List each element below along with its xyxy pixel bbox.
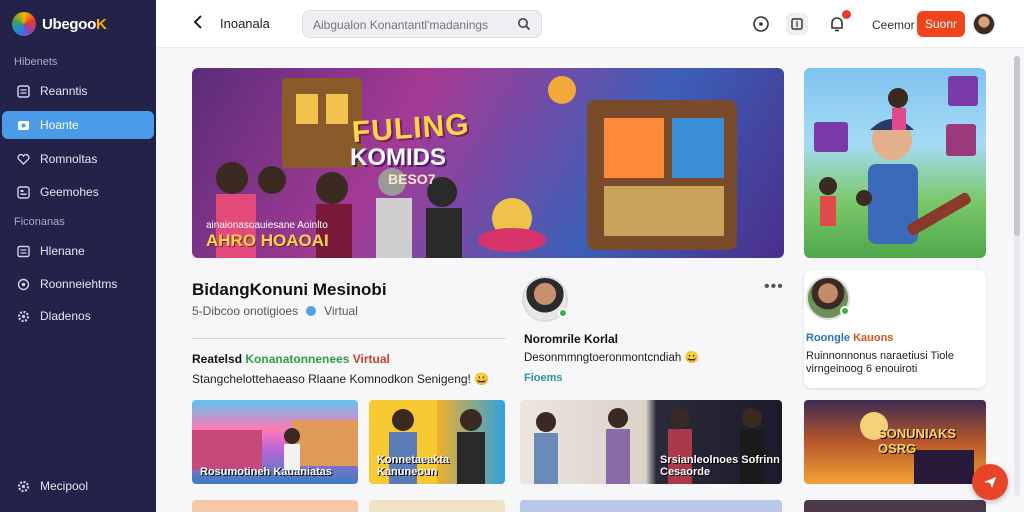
sidebar-item-label: Reanntis [40,84,88,98]
grid-icon [16,185,30,199]
profile-link[interactable]: Fioems [524,372,563,384]
sidebar-item-romnoltas[interactable]: Romnoltas [2,145,154,173]
post-meta: 5-Dibcoo onotigioes Virtual [192,304,358,318]
hero-caption-small: ainaionasoauiesane Aoinlto [206,220,328,231]
app-logo[interactable]: UbegooK [12,12,107,36]
compass-icon[interactable] [750,13,772,35]
sidebar-section-heading: Ficonanas [14,216,65,228]
scrollbar[interactable] [1014,56,1020,496]
online-status-icon [840,306,850,316]
sidebar-item-label: Hlenane [40,244,85,258]
section-description: Stangchelottehaeaso Rlaane Komnodkon Sen… [192,372,490,386]
gear-icon [16,309,30,323]
section-heading-a: Reatelsd [192,352,243,366]
sidebar-item-hoante[interactable]: Hoante [2,111,154,139]
thumbnail-caption: SONUNIAKS OSRG [878,426,957,456]
window-icon[interactable] [786,13,808,35]
thumbnail-caption: Srsianleolnoes Sofrinn Cesaorde [660,454,780,478]
sidebar-item-label: Hoante [40,118,79,132]
hero-title-line3: BESO7 [388,171,436,187]
profile-name[interactable]: Noromrile Korlal [524,332,618,346]
search-input[interactable] [313,16,509,34]
app-name: UbegooK [42,15,107,33]
user-name[interactable]: Ceemor [872,18,915,32]
sidebar-item-label: Dladenos [40,309,91,323]
page-title: Inoanala [220,16,270,31]
send-fab-button[interactable] [972,464,1008,500]
search-icon[interactable] [517,17,531,31]
featured-card-image[interactable] [804,68,986,258]
sidebar-section-heading: Hibenets [14,56,58,68]
post-title: BidangKonuni Mesinobi [192,280,387,299]
sidebar-footer-item[interactable]: Mecipool [2,472,154,500]
video-thumbnail[interactable]: Rosumotineh Kauaniatas [192,400,358,484]
profile-card-avatar[interactable] [806,276,850,320]
featured-illustration [814,76,978,244]
notification-icon[interactable] [826,10,851,35]
sidebar-item-hlenane[interactable]: Hlenane [2,237,154,265]
sidebar-footer-label: Mecipool [40,479,89,493]
next-row-thumbnail[interactable] [369,500,505,512]
sidebar-item-dladenos[interactable]: Dladenos [2,302,154,330]
profile-card[interactable]: Roongle Kauons Ruinnonnonus naraetiusi T… [804,270,986,388]
post-meta-text: 5-Dibcoo onotigioes [192,304,299,318]
video-thumbnail[interactable]: SONUNIAKS OSRG [804,400,986,484]
users-icon [16,118,30,132]
sidebar-item-reanntis[interactable]: Reanntis [2,77,154,105]
sidebar: UbegooK Hibenets Reanntis Hoante Romnolt… [0,0,156,512]
profile-card-name[interactable]: Roongle Kauons [806,332,893,344]
list-icon [16,84,30,98]
settings-icon [16,277,30,291]
post-meta-tag: Virtual [324,304,358,318]
cog-icon [16,479,30,493]
sidebar-item-label: Geemohes [40,185,99,199]
video-thumbnail[interactable]: Konnetaeakta Kanuneoun [369,400,505,484]
more-options-icon[interactable]: ••• [764,278,784,296]
thumbnail-caption: Rosumotineh Kauaniatas [200,466,333,478]
section-heading: Reatelsd Konanatonnenees Virtual [192,352,390,366]
hero-banner[interactable]: FULING KOMIDS BESO7 ainaionasoauiesane A… [192,68,784,258]
send-icon [984,477,996,488]
online-status-icon [558,308,568,318]
document-icon [16,244,30,258]
back-icon[interactable] [192,13,206,31]
sidebar-item-label: Romnoltas [40,152,98,166]
notification-badge [842,10,851,19]
search-bar[interactable] [302,10,542,38]
main-content: FULING KOMIDS BESO7 ainaionasoauiesane A… [156,48,1024,512]
section-heading-b: Konanatonnenees [245,352,350,366]
top-bar: Inoanala Ceemor Suonr [156,0,1024,48]
thumbnail-caption: Konnetaeakta Kanuneoun [377,454,450,478]
submit-button[interactable]: Suonr [917,11,965,37]
profile-description: Desonmmngtoeronmontcndiah 😀 [524,352,699,364]
next-row-thumbnail[interactable] [804,500,986,512]
user-avatar[interactable] [973,13,995,35]
sidebar-item-roonneiehtms[interactable]: Roonneiehtms [2,270,154,298]
profile-card-description: Ruinnonnonus naraetiusi Tiole virngeinoo… [806,350,954,375]
scrollbar-thumb[interactable] [1014,56,1020,236]
logo-mark-icon [12,12,36,36]
hero-title-line2: KOMIDS [350,144,446,171]
next-row-thumbnail[interactable] [192,500,358,512]
divider [192,338,506,339]
hero-caption: AHRO HOAOAI [206,231,329,250]
video-thumbnail[interactable]: Srsianleolnoes Sofrinn Cesaorde [520,400,782,484]
globe-icon [306,306,317,316]
section-heading-c: Virtual [352,352,390,366]
sidebar-item-label: Roonneiehtms [40,277,118,291]
sidebar-item-geemohes[interactable]: Geemohes [2,178,154,206]
next-row-thumbnail[interactable] [520,500,782,512]
heart-icon [16,152,30,166]
profile-avatar[interactable] [522,276,568,322]
